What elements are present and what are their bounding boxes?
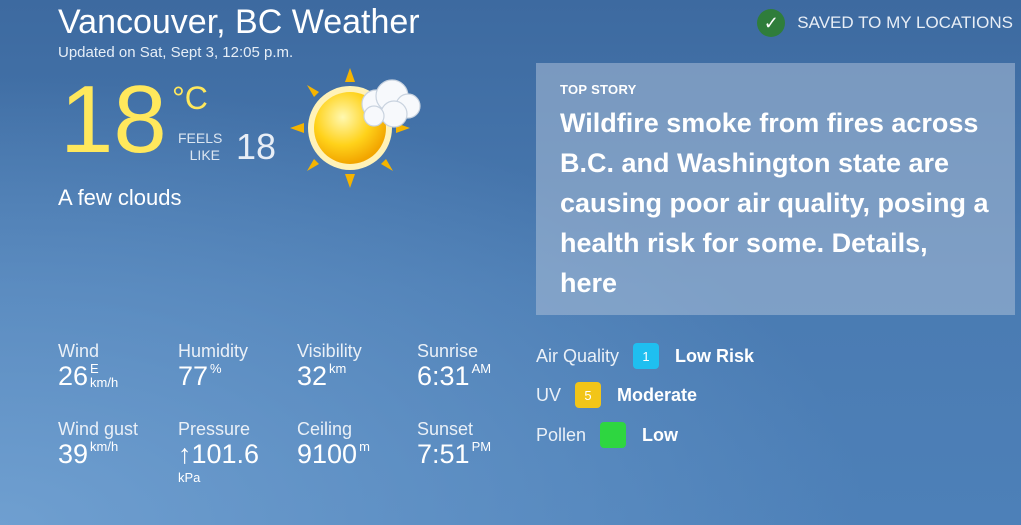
uv-index[interactable]: UV 5 Moderate	[536, 382, 697, 408]
top-story-link[interactable]: Wildfire smoke from fires across B.C. an…	[560, 103, 991, 303]
feels-like-label: FEELS LIKE	[178, 130, 223, 163]
stat-sunset: Sunset 7:51 PM	[417, 419, 492, 469]
stat-visibility: Visibility 32 km	[297, 341, 362, 391]
stat-humidity: Humidity 77%	[178, 341, 249, 391]
pollen-index[interactable]: Pollen Low	[536, 422, 678, 448]
current-temperature: 18	[60, 66, 167, 173]
updated-timestamp: Updated on Sat, Sept 3, 12:05 p.m.	[58, 44, 294, 61]
saved-locations-button[interactable]: ✓ SAVED TO MY LOCATIONS	[757, 9, 1013, 37]
stat-wind: Wind 26 Ekm/h	[58, 341, 119, 391]
stat-sunrise: Sunrise 6:31 AM	[417, 341, 492, 391]
saved-label: SAVED TO MY LOCATIONS	[797, 13, 1013, 32]
top-story-label: TOP STORY	[560, 82, 637, 97]
sun-cloud-icon	[290, 68, 421, 188]
checkmark-icon: ✓	[757, 9, 786, 37]
top-story-panel[interactable]: TOP STORY Wildfire smoke from fires acro…	[536, 63, 1015, 315]
uv-badge: 5	[575, 382, 602, 408]
stat-wind-gust: Wind gust 39 km/h	[58, 419, 139, 469]
stat-pressure: Pressure ↑101.6 kPa	[178, 419, 260, 485]
page-title: Vancouver, BC Weather	[58, 3, 420, 41]
temperature-unit: °C	[172, 80, 208, 116]
stat-ceiling: Ceiling 9100 m	[297, 419, 370, 469]
condition-text: A few clouds	[58, 185, 182, 210]
feels-like-value: 18	[236, 126, 277, 167]
air-quality-index[interactable]: Air Quality 1 Low Risk	[536, 343, 754, 369]
pollen-badge	[600, 422, 627, 448]
air-quality-badge: 1	[633, 343, 660, 369]
